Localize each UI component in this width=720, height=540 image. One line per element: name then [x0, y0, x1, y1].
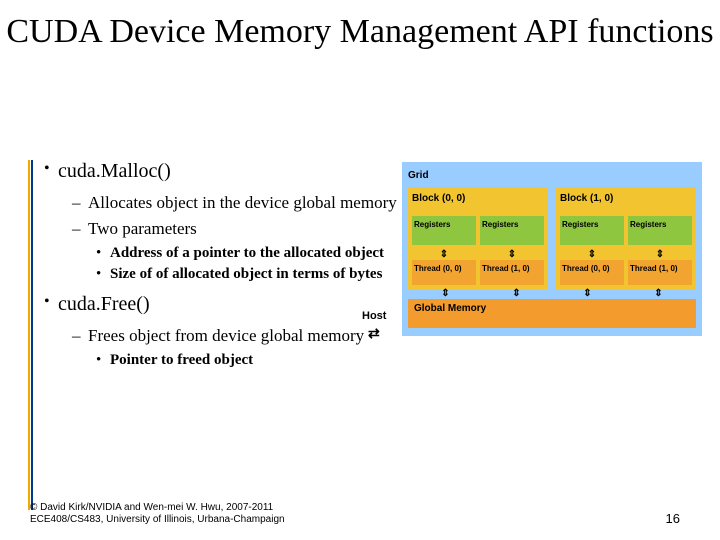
registers-box: Registers — [560, 216, 624, 245]
bullet-text: cuda.Malloc() — [58, 160, 171, 183]
memory-diagram: Host ⇄ Grid Block (0, 0) Registers Regis… — [402, 162, 702, 336]
arrow-updown-icon: ⇕ — [412, 251, 476, 259]
sub-frees: – Frees object from device global memory — [72, 326, 414, 346]
grid-label: Grid — [408, 170, 696, 181]
registers-box: Registers — [628, 216, 692, 245]
sub2-address: • Address of a pointer to the allocated … — [96, 245, 414, 262]
arrow-updown-icon: ⇕ — [480, 251, 544, 259]
arrow-updown-icon: ⇕ — [628, 251, 692, 259]
bullet-text: cuda.Free() — [58, 293, 150, 316]
arrow-updown-icon: ⇕ — [560, 251, 624, 259]
arrow-updown-icon: ⇕ — [625, 290, 692, 298]
slide-title: CUDA Device Memory Management API functi… — [0, 0, 720, 51]
sub-allocates: – Allocates object in the device global … — [72, 193, 414, 213]
grid-box: Grid Block (0, 0) Registers Registers ⇕ ⇕… — [402, 162, 702, 336]
sub-two-params: – Two parameters — [72, 219, 414, 239]
bullet-dot-icon: • — [96, 245, 110, 262]
accent-bar — [28, 160, 33, 510]
registers-box: Registers — [480, 216, 544, 245]
dash-icon: – — [72, 326, 88, 346]
bullet-cudamalloc: • cuda.Malloc() — [44, 160, 414, 183]
bullet-dot-icon: • — [44, 160, 58, 183]
dash-icon: – — [72, 219, 88, 239]
bullet-cudafree: • cuda.Free() — [44, 293, 414, 316]
arrow-updown-icon: ⇕ — [554, 290, 621, 298]
sub-text: Two parameters — [88, 219, 197, 239]
arrow-updown-icon: ⇕ — [483, 290, 550, 298]
sub2-text: Size of of allocated object in terms of … — [110, 266, 382, 283]
sub-text: Frees object from device global memory — [88, 326, 364, 346]
dash-icon: – — [72, 193, 88, 213]
thread-box: Thread (1, 0) — [480, 260, 544, 285]
sub2-size: • Size of of allocated object in terms o… — [96, 266, 414, 283]
sub2-text: Pointer to freed object — [110, 352, 253, 369]
page-number: 16 — [666, 511, 680, 526]
block-label: Block (1, 0) — [560, 193, 692, 204]
slide: CUDA Device Memory Management API functi… — [0, 0, 720, 540]
bullet-dot-icon: • — [96, 266, 110, 283]
host-arrow-icon: ⇄ — [368, 325, 380, 342]
registers-box: Registers — [412, 216, 476, 245]
thread-box: Thread (0, 0) — [412, 260, 476, 285]
block-1-0: Block (1, 0) Registers Registers ⇕ ⇕ Thre… — [556, 187, 696, 289]
block-label: Block (0, 0) — [412, 193, 544, 204]
block-0-0: Block (0, 0) Registers Registers ⇕ ⇕ Thre… — [408, 187, 548, 289]
content-body: • cuda.Malloc() – Allocates object in th… — [44, 160, 414, 373]
footer-line: © David Kirk/NVIDIA and Wen-mei W. Hwu, … — [30, 502, 285, 514]
global-memory-box: Global Memory — [408, 299, 696, 328]
copyright-footer: © David Kirk/NVIDIA and Wen-mei W. Hwu, … — [30, 502, 285, 526]
thread-box: Thread (1, 0) — [628, 260, 692, 285]
bullet-dot-icon: • — [96, 352, 110, 369]
blocks-row: Block (0, 0) Registers Registers ⇕ ⇕ Thre… — [408, 187, 696, 289]
arrow-updown-icon: ⇕ — [412, 290, 479, 298]
sub2-pointer: • Pointer to freed object — [96, 352, 414, 369]
bullet-dot-icon: • — [44, 293, 58, 316]
sub2-text: Address of a pointer to the allocated ob… — [110, 245, 384, 262]
thread-box: Thread (0, 0) — [560, 260, 624, 285]
host-label: Host — [362, 310, 386, 322]
footer-line: ECE408/CS483, University of Illinois, Ur… — [30, 514, 285, 526]
sub-text: Allocates object in the device global me… — [88, 193, 397, 213]
